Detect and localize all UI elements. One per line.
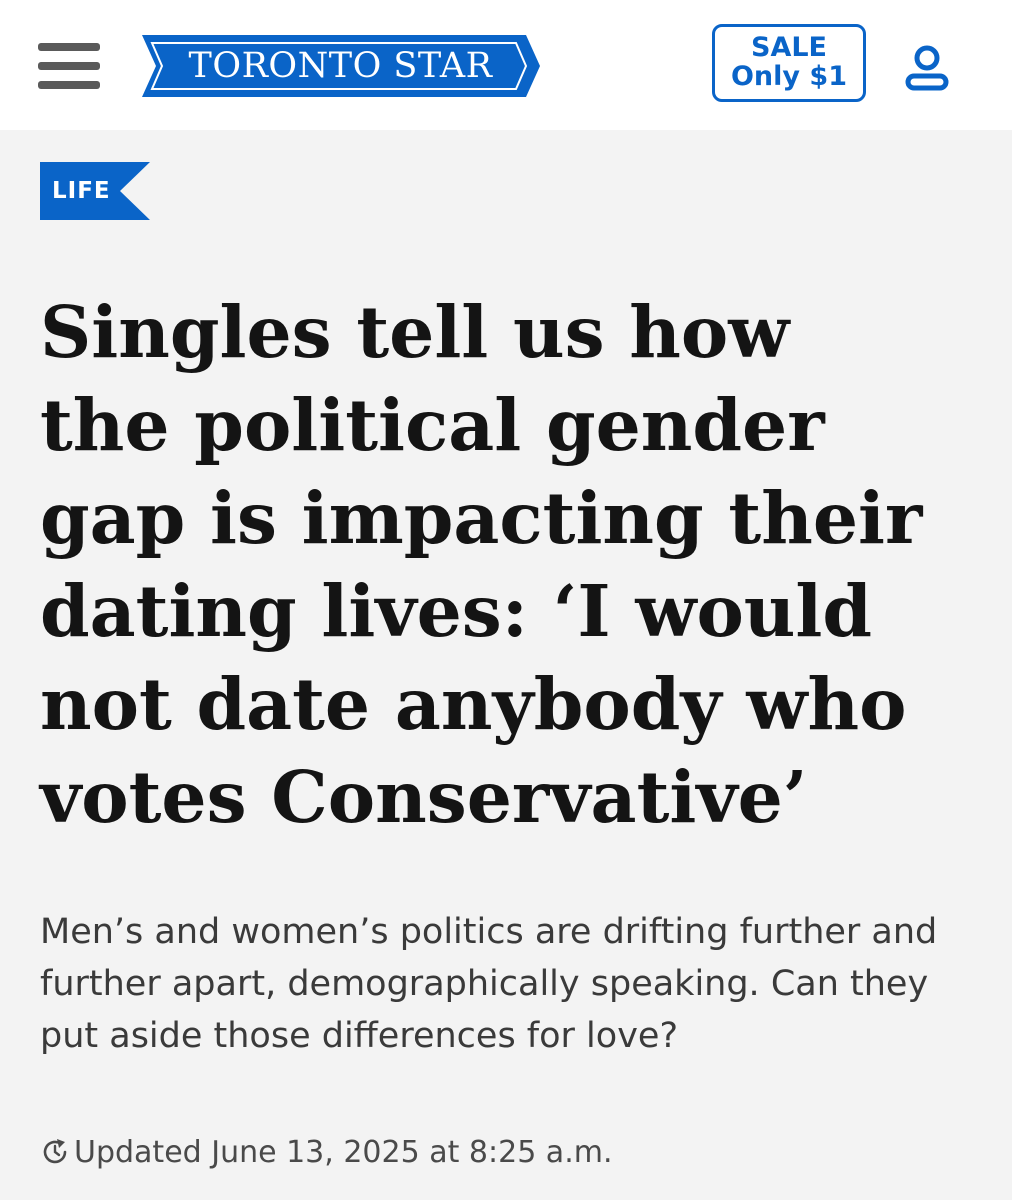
user-account-icon[interactable] <box>902 42 952 92</box>
article-timestamp: Updated June 13, 2025 at 8:25 a.m. <box>40 1128 613 1176</box>
article-deck: Men’s and women’s politics are drifting … <box>40 912 938 1056</box>
hamburger-menu-icon[interactable] <box>38 43 100 89</box>
section-tag-life[interactable]: LIFE <box>40 162 150 220</box>
user-icon-glyph <box>905 45 949 91</box>
site-header: TORONTO STAR SALE Only $1 <box>0 0 1012 130</box>
refresh-clock-icon <box>43 1139 67 1164</box>
sale-price: Only $1 <box>730 61 847 92</box>
toronto-star-logo[interactable]: TORONTO STAR <box>138 33 543 99</box>
subscribe-sale-button[interactable]: SALE Only $1 <box>712 24 866 102</box>
logo-wordmark: TORONTO STAR <box>188 46 493 86</box>
section-tag-label: LIFE <box>52 178 111 204</box>
menu-bar <box>38 62 100 70</box>
updated-text: Updated June 13, 2025 at 8:25 a.m. <box>74 1134 613 1170</box>
sale-label: SALE <box>751 32 827 63</box>
menu-bar <box>38 81 100 89</box>
menu-bar <box>38 43 100 51</box>
article-headline: Singles tell us how the political gender… <box>40 290 923 839</box>
